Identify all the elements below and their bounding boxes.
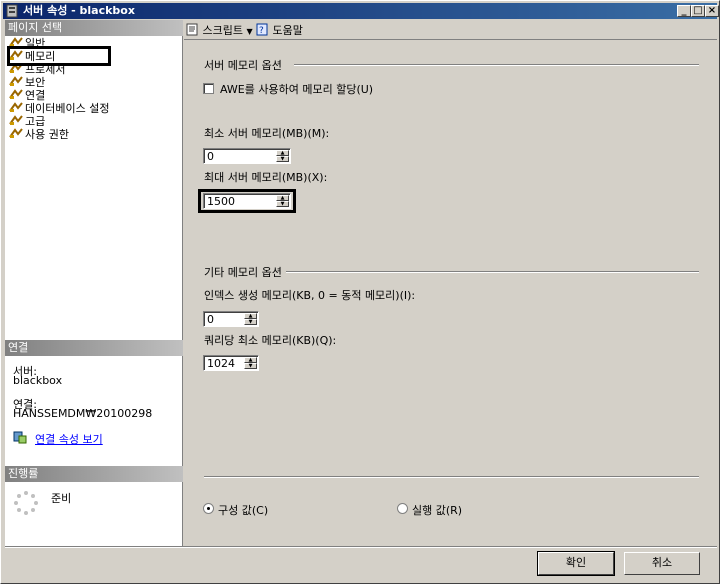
nav-item-permissions[interactable]: 사용 권한 (9, 128, 69, 141)
awe-label: AWE를 사용하여 메모리 할당(U) (220, 83, 374, 96)
page-icon (9, 76, 23, 86)
progress-spinner-icon (14, 491, 38, 515)
connection-header: 연결 (5, 340, 183, 356)
query-memory-label: 쿼리당 최소 메모리(KB)(Q): (204, 334, 337, 347)
minimize-button[interactable]: _ (677, 5, 691, 17)
title-bar[interactable]: 서버 속성 - blackbox _ □ × (3, 3, 719, 19)
index-memory-label: 인덱스 생성 메모리(KB, 0 = 동적 메모리)(I): (204, 289, 416, 302)
left-pane: 페이지 선택 일반 메모리 프로세서 보안 연결 데이터베이스 설정 고급 사용… (5, 20, 183, 546)
progress-status: 준비 (51, 492, 72, 505)
page-icon (9, 115, 23, 125)
server-icon (6, 4, 18, 18)
page-select-header: 페이지 선택 (5, 20, 183, 36)
server-value: blackbox (13, 374, 63, 387)
server-memory-group-title: 서버 메모리 옵션 (204, 59, 282, 72)
max-memory-label: 최대 서버 메모리(MB)(X): (204, 171, 328, 184)
configured-values-radio[interactable] (203, 503, 214, 514)
min-memory-stepper[interactable]: 0 ▲ ▼ (203, 148, 291, 164)
ok-button[interactable]: 확인 (537, 551, 615, 576)
svg-text:?: ? (259, 26, 264, 36)
server-properties-window: 서버 속성 - blackbox _ □ × 페이지 선택 일반 메모리 프로세… (0, 0, 720, 584)
spin-down-icon[interactable]: ▼ (244, 363, 257, 369)
chevron-down-icon: ▼ (246, 27, 253, 36)
running-values-radio[interactable] (397, 503, 408, 514)
nav-item-database-settings[interactable]: 데이터베이스 설정 (9, 102, 109, 115)
connection-value: HANSSEMDM₩20100298 (13, 407, 153, 420)
selected-page-highlight (7, 46, 111, 66)
nav-item-connections[interactable]: 연결 (9, 89, 45, 102)
page-icon (9, 89, 23, 99)
cancel-button[interactable]: 취소 (624, 552, 700, 575)
maximize-button[interactable]: □ (691, 5, 705, 17)
min-memory-label: 최소 서버 메모리(MB)(M): (204, 127, 330, 140)
nav-item-security[interactable]: 보안 (9, 76, 45, 89)
running-values-label: 실행 값(R) (412, 504, 463, 517)
query-memory-stepper[interactable]: 1024 ▲ ▼ (203, 355, 259, 371)
window-title: 서버 속성 - blackbox (23, 4, 135, 17)
page-icon (9, 128, 23, 138)
toolbar: 스크립트 ▼ ? 도움말 (184, 20, 717, 40)
divider (294, 64, 699, 66)
help-button[interactable]: ? 도움말 (256, 23, 303, 38)
view-connection-properties-link[interactable]: 연결 속성 보기 (35, 431, 103, 447)
connection-properties-icon (13, 431, 27, 444)
right-pane: 스크립트 ▼ ? 도움말 서버 메모리 옵션 AWE를 사용하여 메모리 할당(… (184, 20, 717, 546)
awe-checkbox[interactable] (203, 83, 214, 94)
page-icon (9, 102, 23, 112)
index-memory-stepper[interactable]: 0 ▲ ▼ (203, 311, 259, 327)
divider (5, 546, 717, 548)
script-icon (186, 23, 198, 36)
nav-item-advanced[interactable]: 고급 (9, 115, 45, 128)
close-button[interactable]: × (705, 5, 719, 17)
spin-down-icon[interactable]: ▼ (244, 319, 257, 325)
other-memory-group-title: 기타 메모리 옵션 (204, 266, 282, 279)
progress-header: 진행률 (5, 466, 183, 482)
configured-values-label: 구성 값(C) (218, 504, 269, 517)
help-icon: ? (256, 23, 268, 36)
max-memory-highlight (198, 189, 296, 213)
script-button[interactable]: 스크립트 ▼ (186, 23, 253, 39)
spin-down-icon[interactable]: ▼ (276, 156, 289, 162)
divider (286, 271, 699, 273)
divider (204, 476, 699, 478)
